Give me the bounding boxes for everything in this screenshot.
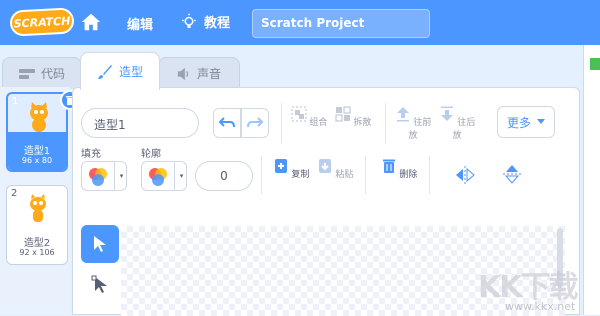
tab-costumes-label: 造型: [118, 65, 143, 79]
tab-costumes[interactable]: 造型: [80, 52, 160, 90]
group-icon: [291, 106, 307, 122]
caret-down-icon: [537, 119, 545, 124]
backward-label: 往后放: [452, 118, 476, 141]
menu-bar: SCRATCH 编辑 教程 Scratch Project: [0, 0, 600, 45]
pointer-icon: [94, 236, 106, 252]
outline-label: 轮廓: [141, 149, 161, 160]
caret-down-icon: ▾: [174, 162, 188, 190]
ungroup-icon: [335, 106, 351, 122]
paste-icon: [318, 159, 331, 173]
redo-button[interactable]: [241, 108, 269, 138]
tutorials-label: 教程: [204, 16, 231, 31]
tutorials-menu[interactable]: 教程: [180, 12, 230, 31]
fill-label: 填充: [81, 149, 101, 160]
edit-menu[interactable]: 编辑: [127, 14, 153, 33]
color-wheel-icon: [149, 168, 167, 186]
costume-size: 96 x 80: [21, 156, 53, 165]
delete-button[interactable]: 删除: [379, 158, 419, 180]
project-title-input[interactable]: Scratch Project: [252, 9, 430, 38]
costume-item[interactable]: 2 造型2 92 x 106: [6, 185, 68, 265]
backward-button[interactable]: 往后放: [437, 106, 477, 141]
undo-icon: [219, 117, 235, 128]
costume-name: 造型2: [23, 238, 51, 249]
more-label: 更多: [506, 115, 531, 130]
tab-code-label: 代码: [40, 67, 65, 81]
delete-label: 删除: [399, 170, 418, 180]
select-tool-button[interactable]: [81, 225, 119, 263]
costume-number: 2: [11, 188, 18, 199]
paste-label: 粘贴: [335, 170, 354, 180]
stage-area-edge: [583, 45, 600, 315]
divider: [261, 156, 262, 194]
flip-horizontal-icon[interactable]: [455, 166, 475, 184]
lightbulb-icon: [182, 13, 196, 28]
forward-button[interactable]: 往前放: [393, 106, 433, 141]
outline-width-input[interactable]: 0: [195, 161, 253, 191]
speaker-icon: [177, 67, 189, 80]
tab-sounds[interactable]: 声音: [158, 57, 240, 89]
divider: [365, 156, 366, 194]
more-button[interactable]: 更多: [497, 106, 555, 138]
costume-number: 1: [12, 96, 19, 107]
group-button[interactable]: 组合: [289, 106, 329, 128]
divider: [281, 103, 282, 143]
costume-size: 92 x 106: [19, 248, 55, 257]
group-label: 组合: [309, 118, 328, 128]
redo-icon: [247, 117, 263, 128]
copy-label: 复制: [291, 170, 310, 180]
color-wheel-icon: [89, 168, 107, 186]
fill-color-picker[interactable]: ▾: [81, 161, 127, 191]
paste-button[interactable]: 粘贴: [315, 158, 355, 180]
outline-color-picker[interactable]: ▾: [141, 161, 187, 191]
trash-icon: [382, 159, 395, 173]
undo-button[interactable]: [213, 108, 241, 138]
caret-down-icon: ▾: [114, 162, 128, 190]
ungroup-button[interactable]: 拆散: [333, 106, 373, 128]
costume-name-input[interactable]: 造型1: [81, 108, 199, 138]
costume-list: 1 造型1 96 x 80 2 造型2 92 x 106: [0, 87, 80, 315]
arrow-down-icon: [440, 106, 453, 121]
cat-sprite-icon: [30, 194, 46, 222]
reshape-icon: [91, 275, 107, 293]
costume-name: 造型1: [23, 146, 51, 157]
copy-icon: [274, 159, 287, 173]
cat-sprite-icon: [30, 102, 48, 132]
tab-sounds-label: 声音: [196, 67, 221, 81]
scratch-logo[interactable]: SCRATCH: [9, 7, 75, 37]
watermark-url: www.kkx.net: [505, 300, 576, 313]
forward-label: 往前放: [408, 118, 432, 141]
copy-button[interactable]: 复制: [271, 158, 311, 180]
tab-code[interactable]: 代码: [2, 57, 82, 89]
divider: [385, 103, 386, 143]
home-icon[interactable]: [80, 11, 102, 33]
flip-vertical-icon[interactable]: [503, 164, 521, 184]
arrow-up-icon: [396, 107, 409, 122]
ungroup-label: 拆散: [353, 118, 372, 128]
brush-icon: [97, 64, 112, 79]
green-flag-icon[interactable]: [590, 58, 600, 70]
divider: [429, 156, 430, 194]
costume-item[interactable]: 1 造型1 96 x 80: [6, 90, 80, 172]
reshape-tool-button[interactable]: [81, 266, 119, 304]
editor-tabs: 代码 造型 声音: [0, 45, 600, 90]
code-icon: [18, 68, 35, 79]
